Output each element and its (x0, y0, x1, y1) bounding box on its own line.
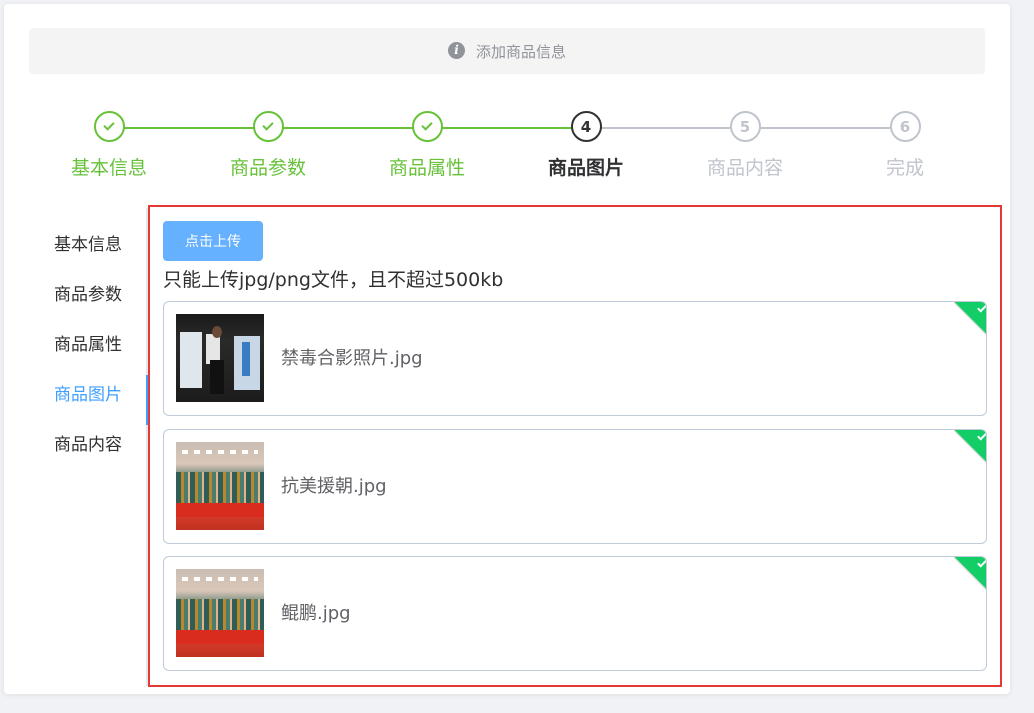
upload-success-badge (954, 557, 986, 590)
step-check-icon (411, 111, 443, 142)
info-alert: i 添加商品信息 (29, 28, 985, 74)
steps-bar: 基本信息 商品参数 商品属性 4 商品图片 5 商品内容 6 完成 (4, 111, 1010, 191)
step-2: 商品参数 (198, 111, 338, 180)
step-label: 商品参数 (229, 157, 306, 179)
upload-file-item[interactable]: 禁毒合影照片.jpg (163, 301, 987, 416)
upload-button[interactable]: 点击上传 (163, 221, 263, 261)
file-thumbnail[interactable] (176, 569, 264, 657)
left-tabs: 基本信息 商品参数 商品属性 商品图片 商品内容 (4, 220, 148, 470)
step-label: 基本信息 (70, 157, 147, 179)
check-icon (977, 302, 986, 313)
tab-product-images[interactable]: 商品图片 (4, 370, 148, 420)
step-1: 基本信息 (39, 111, 179, 180)
file-thumbnail[interactable] (176, 314, 264, 402)
tab-product-content[interactable]: 商品内容 (4, 420, 148, 470)
upload-panel: 点击上传 只能上传jpg/png文件，且不超过500kb 禁毒合影照片.jpg … (148, 205, 1002, 687)
step-check-icon (252, 111, 284, 142)
step-check-icon (93, 111, 125, 142)
tab-basic-info[interactable]: 基本信息 (4, 220, 148, 270)
step-number: 4 (570, 111, 602, 142)
step-3: 商品属性 (357, 111, 497, 180)
upload-success-badge (954, 430, 986, 463)
file-thumbnail[interactable] (176, 442, 264, 530)
check-icon (977, 430, 986, 441)
alert-text: 添加商品信息 (475, 42, 566, 61)
step-label: 完成 (885, 157, 924, 179)
info-icon: i (447, 41, 465, 59)
tab-product-params[interactable]: 商品参数 (4, 270, 148, 320)
step-number: 5 (729, 111, 761, 142)
step-label: 商品内容 (706, 157, 783, 179)
file-name[interactable]: 禁毒合影照片.jpg (281, 302, 423, 415)
step-5: 5 商品内容 (675, 111, 815, 180)
upload-tip: 只能上传jpg/png文件，且不超过500kb (163, 269, 504, 291)
step-label: 商品属性 (388, 157, 465, 179)
check-icon (977, 557, 986, 568)
upload-file-item[interactable]: 鲲鹏.jpg (163, 556, 987, 671)
main-card: i 添加商品信息 基本信息 商品参数 商品属性 4 商品图片 5 商品内容 6 … (4, 4, 1010, 694)
step-number: 6 (889, 111, 921, 142)
file-name[interactable]: 抗美援朝.jpg (281, 430, 387, 543)
tab-product-attrs[interactable]: 商品属性 (4, 320, 148, 370)
step-4: 4 商品图片 (516, 111, 656, 180)
upload-file-item[interactable]: 抗美援朝.jpg (163, 429, 987, 544)
step-label: 商品图片 (547, 157, 624, 179)
file-name[interactable]: 鲲鹏.jpg (281, 557, 351, 670)
upload-success-badge (954, 302, 986, 335)
step-6: 6 完成 (835, 111, 975, 180)
